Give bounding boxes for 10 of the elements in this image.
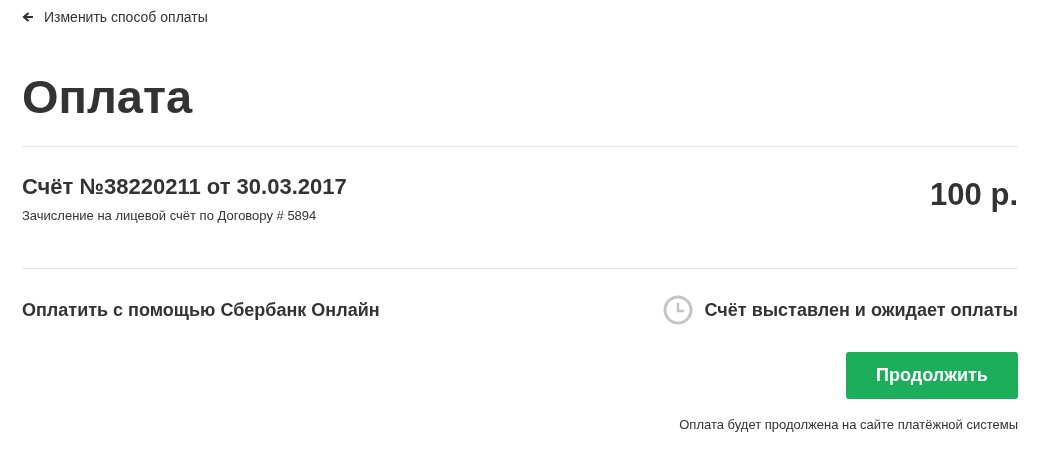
page-title: Оплата <box>22 73 194 120</box>
invoice-title: Счёт №38220211 от 30.03.2017 <box>22 174 347 201</box>
back-link[interactable]: Изменить способ оплаты <box>22 9 208 25</box>
status-text: Счёт выставлен и ожидает оплаты <box>704 299 1018 321</box>
redirect-note: Оплата будет продолжена на сайте платёжной системы <box>679 417 1018 432</box>
invoice-amount: 100 р. <box>930 179 1018 210</box>
back-arrow-icon <box>22 11 34 23</box>
invoice-description: Зачисление на лицевой счёт по Договору # 5894 <box>22 208 318 224</box>
payment-method: Оплатить с помощью Сбербанк Онлайн <box>22 300 380 321</box>
clock-icon <box>662 295 693 325</box>
